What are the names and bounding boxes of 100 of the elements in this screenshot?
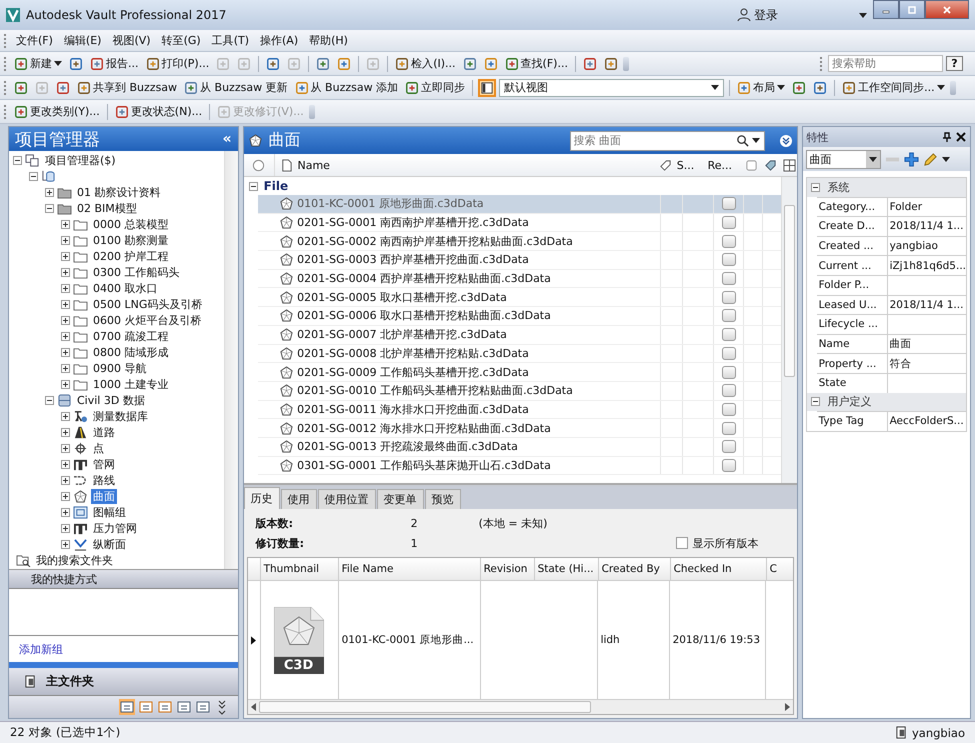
expand-toggle[interactable]: [61, 252, 70, 260]
column-header[interactable]: Thumbnail: [260, 558, 339, 580]
login-button[interactable]: 登录: [737, 6, 867, 24]
file-row[interactable]: 0301-SG-0001 工作船码头基床抛开山石.c3dData: [258, 456, 781, 476]
expand-panel-icon[interactable]: [778, 134, 793, 148]
tree-item[interactable]: 点: [91, 440, 106, 456]
expand-toggle[interactable]: [61, 508, 70, 516]
minimize-button[interactable]: [873, 0, 899, 19]
tree-item[interactable]: 0500 LNG码头及引桥: [91, 296, 204, 312]
toolbar-grip[interactable]: [4, 104, 9, 118]
tree-item[interactable]: 曲面: [91, 488, 117, 504]
toolbar-grip[interactable]: [4, 34, 9, 48]
navigation-pane-icon[interactable]: [194, 699, 211, 715]
toolbar-button[interactable]: 新建: [12, 55, 64, 72]
expand-toggle[interactable]: [61, 364, 70, 372]
add-group-link[interactable]: 添加新组: [19, 642, 63, 656]
expand-toggle[interactable]: [61, 268, 70, 276]
menu-item[interactable]: 操作(A): [256, 33, 302, 48]
properties-combo[interactable]: 曲面: [806, 150, 881, 168]
collapse-toggle[interactable]: [810, 182, 820, 192]
toolbar-button[interactable]: 查找(F)...: [502, 55, 570, 72]
expand-toggle[interactable]: [61, 380, 70, 388]
menu-item[interactable]: 视图(V): [108, 33, 155, 48]
toolbar-overflow-handle[interactable]: [950, 80, 956, 94]
column-header[interactable]: State (Hi...: [534, 558, 599, 580]
toolbar-icon[interactable]: [54, 80, 72, 96]
collapse-toggle[interactable]: [810, 397, 820, 406]
tree-item[interactable]: 0100 勘察测量: [91, 232, 170, 248]
tree-item[interactable]: 图幅组: [91, 504, 128, 520]
maximize-button[interactable]: [899, 0, 925, 19]
tab[interactable]: 历史: [244, 487, 280, 509]
collapse-toggle[interactable]: [45, 396, 54, 404]
scrollbar[interactable]: [224, 151, 238, 569]
scrollbar[interactable]: [780, 177, 797, 483]
toolbar-grip[interactable]: [820, 56, 825, 70]
expand-toggle[interactable]: [61, 300, 70, 308]
collapse-toggle[interactable]: [45, 204, 54, 212]
tree-item[interactable]: 0300 工作船码头: [91, 264, 182, 280]
toolbar-icon[interactable]: [67, 56, 85, 72]
menu-item[interactable]: 转至(G): [158, 33, 205, 48]
menu-item[interactable]: 帮助(H): [305, 33, 352, 48]
expand-toggle[interactable]: [61, 476, 70, 484]
tree-item[interactable]: 0000 总装模型: [91, 216, 170, 232]
collapse-button[interactable]: «: [222, 131, 232, 147]
tree-item[interactable]: 项目管理器($): [43, 152, 118, 168]
tree-item[interactable]: 0600 火炬平台及引桥: [91, 312, 204, 328]
menu-item[interactable]: 编辑(E): [60, 33, 106, 48]
expand-toggle[interactable]: [61, 524, 70, 532]
toolbar-overflow-handle[interactable]: [622, 56, 629, 70]
toolbar-button[interactable]: 更改类别(Y)...: [12, 103, 102, 120]
menu-item[interactable]: 工具(T): [208, 33, 253, 48]
toolbar-button[interactable]: 从 Buzzsaw 添加: [292, 79, 400, 96]
tree-item[interactable]: 1000 土建专业: [91, 376, 170, 392]
expand-toggle[interactable]: [61, 444, 70, 452]
file-row[interactable]: 0201-SG-0003 西护岸基槽开挖曲面.c3dData: [258, 251, 781, 270]
file-row[interactable]: 0101-KC-0001 原地形曲面.c3dData: [258, 195, 781, 214]
collapse-toggle[interactable]: [29, 172, 38, 180]
column-header[interactable]: S...: [676, 158, 694, 172]
tab[interactable]: 变更单: [376, 489, 424, 509]
file-row[interactable]: 0201-SG-0006 取水口基槽开挖粘贴曲面.c3dData: [258, 307, 781, 326]
view-combo[interactable]: 默认视图: [499, 78, 724, 96]
expand-toggle[interactable]: [61, 332, 70, 340]
file-row[interactable]: 0201-SG-0001 南西南护岸基槽开挖.c3dData: [258, 214, 781, 232]
help-search-field[interactable]: 搜索帮助: [828, 55, 943, 72]
tab[interactable]: 使用位置: [318, 489, 376, 509]
scrollbar[interactable]: [248, 699, 793, 714]
navigation-pane-icon[interactable]: [138, 699, 154, 715]
scroll-right-icon[interactable]: [784, 703, 790, 711]
toolbar-button[interactable]: 共享到 Buzzsaw: [75, 79, 180, 96]
navigation-pane-icon[interactable]: [118, 699, 135, 715]
tab[interactable]: 预览: [424, 489, 461, 509]
expand-toggle[interactable]: [61, 492, 70, 500]
collapse-toggle[interactable]: [13, 156, 22, 164]
toolbar-button[interactable]: 检入(I)...: [393, 55, 458, 72]
expand-toggle[interactable]: [61, 428, 70, 436]
tree-item[interactable]: 道路: [91, 424, 117, 440]
toolbar-overflow-handle[interactable]: [308, 104, 315, 118]
pin-icon[interactable]: [942, 132, 952, 142]
tree-item[interactable]: 管网: [91, 456, 117, 472]
toolbar-button[interactable]: 更改状态(N)...: [112, 103, 204, 120]
help-button[interactable]: ?: [946, 56, 963, 71]
file-row[interactable]: 0201-SG-0010 工作船码头基槽开挖粘贴曲面.c3dData: [258, 382, 781, 401]
collapse-toggle[interactable]: [248, 182, 258, 190]
home-folder-button[interactable]: 主文件夹: [9, 668, 238, 696]
expand-toggle[interactable]: [61, 316, 70, 324]
toolbar-button[interactable]: 从 Buzzsaw 更新: [182, 79, 290, 96]
expand-toggle[interactable]: [61, 540, 70, 548]
file-row[interactable]: 0201-SG-0008 北护岸基槽开挖粘贴.c3dData: [258, 344, 781, 364]
tree-item[interactable]: 0900 导航: [91, 360, 148, 376]
scrollbar-thumb[interactable]: [784, 205, 795, 377]
toolbar-button[interactable]: 报告...: [88, 55, 140, 72]
file-row[interactable]: 0201-SG-0004 西护岸基槽开挖粘贴曲面.c3dData: [258, 270, 781, 288]
column-header[interactable]: Revision: [480, 558, 535, 580]
tree-item[interactable]: 路线: [91, 472, 117, 488]
column-header[interactable]: File Name: [338, 558, 481, 580]
file-row[interactable]: 0201-SG-0005 取水口基槽开挖.c3dData: [258, 288, 781, 308]
scrollbar-thumb[interactable]: [258, 701, 591, 713]
toolbar-button[interactable]: 打印(P)...: [144, 55, 212, 72]
column-header[interactable]: Created By: [598, 558, 671, 580]
tree-item[interactable]: 0700 疏浚工程: [91, 328, 170, 344]
